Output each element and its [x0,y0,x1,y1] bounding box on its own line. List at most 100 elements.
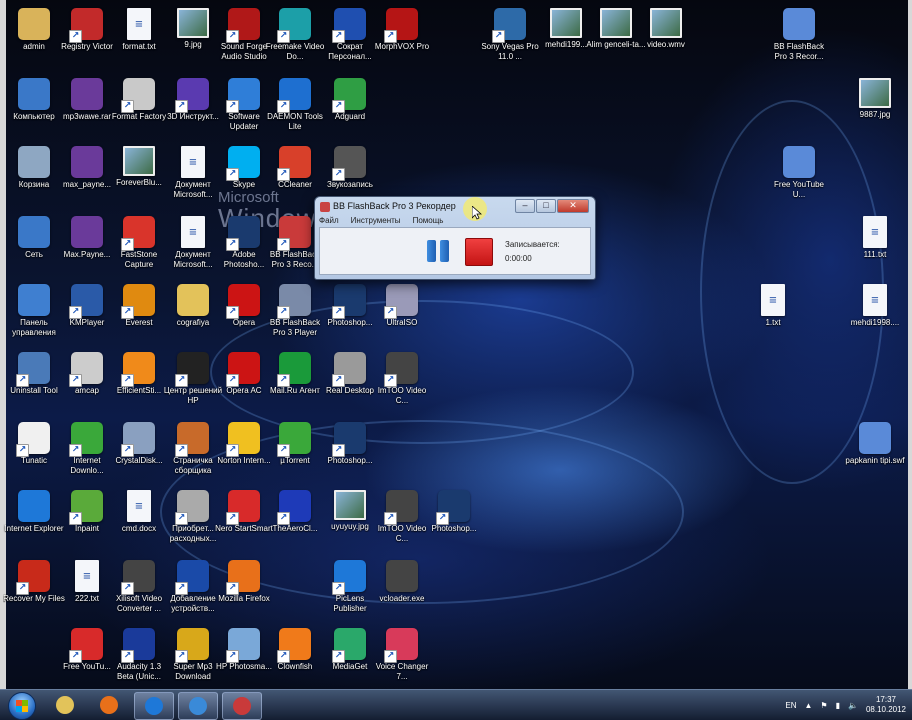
desktop-icon-label: Photoshop... [327,456,373,465]
desktop-icon-label: FastStone Capture [120,250,158,269]
desktop-icon[interactable]: Звукозапись [319,146,381,190]
efficient-icon [121,352,155,387]
desktop-icon-label: format.txt [122,42,156,51]
desktop-icon[interactable]: ≡ format.txt [108,8,170,52]
desktop-icon[interactable]: FastStone Capture [108,216,170,270]
language-indicator[interactable]: EN [785,701,796,710]
taskbar-button[interactable] [178,692,218,720]
uninstall-tool-icon [16,352,50,387]
amcap-icon [69,352,103,387]
tunatic-icon [16,422,50,457]
adguard-icon [332,78,366,113]
desktop-icon-label: Звукозапись [327,180,373,189]
globe-page-icon [175,422,209,457]
microphone-icon [332,146,366,181]
taskbar-button[interactable] [134,692,174,720]
hp-icon [175,352,209,387]
desktop-icon[interactable]: UltraISO [371,284,433,328]
opera-icon [226,352,260,387]
desktop-icon-label: CrystalDisk... [115,456,163,465]
taskbar-button[interactable] [90,692,128,718]
desktop-icon[interactable]: Freemake Video Do... [264,8,326,62]
desktop-icon[interactable]: ≡ mehdi1998.... [844,284,906,328]
desktop-icon[interactable]: Voice Changer 7... [371,628,433,682]
taskbar-button[interactable] [46,692,84,718]
registry-icon [69,8,103,43]
network-tray-icon[interactable]: ▮ [836,701,840,710]
pause-button[interactable] [425,238,451,264]
desktop-icon[interactable]: Free YouTube U... [768,146,830,200]
close-button[interactable]: ✕ [557,199,589,213]
desktop-icon[interactable]: MorphVOX Pro [371,8,433,52]
desktop-icon-label: Adguard [334,112,366,121]
desktop-icon[interactable]: Mozilla Firefox [213,560,275,604]
maximize-button[interactable]: □ [536,199,556,213]
desktop-icon-label: video.wmv [647,40,685,49]
menu-help[interactable]: Помощь [413,216,444,225]
desktop-icon[interactable]: Adguard [319,78,381,122]
desktop-icon[interactable]: 9887.jpg [844,78,906,120]
desktop-icon[interactable]: BB FlashBack Pro 3 Player [264,284,326,338]
winrar-icon [71,216,103,248]
minimize-button[interactable]: – [515,199,535,213]
desktop-icon[interactable]: Photoshop... [423,490,485,534]
real-desktop-icon [332,352,366,387]
desktop-icon[interactable]: Audacity 1.3 Beta (Unic... [108,628,170,682]
desktop-icon[interactable]: DAEMON Tools Lite [264,78,326,132]
desktop-icon[interactable]: Format Factory [108,78,170,122]
desktop-icon-label: ImTOO Video C... [377,386,427,405]
taskbar-button[interactable] [222,692,262,720]
flashback-recorder-icon [277,216,311,251]
desktop-icon-label: Freemake Video Do... [265,42,325,61]
desktop-icon[interactable]: Photoshop... [319,422,381,466]
desktop-icon-label: Clownfish [277,662,313,671]
skype-icon [226,146,260,181]
desktop-icon[interactable]: Clownfish [264,628,326,672]
desktop-icon[interactable]: BB FlashBack Pro 3 Recor... [768,8,830,62]
photoshop-icon [332,422,366,457]
desktop-icon[interactable]: Mail.Ru Агент [264,352,326,396]
tray-expand-icon[interactable]: ▲ [804,701,812,710]
desktop-icon[interactable]: ImTOO Video C... [371,352,433,406]
desktop-icon[interactable]: CrystalDisk... [108,422,170,466]
desktop-icon[interactable]: Sony Vegas Pro 11.0 ... [479,8,541,62]
ultraiso-icon [384,284,418,319]
firefox-icon [226,560,260,595]
pause-icon [427,240,436,262]
menu-file[interactable]: Файл [319,216,339,225]
audacity-icon [121,628,155,663]
desktop-icon[interactable]: video.wmv [635,8,697,50]
flag-icon[interactable]: ⚑ [820,701,827,710]
desktop-icon[interactable]: ForeverBlu... [108,146,170,188]
clock[interactable]: 17:37 08.10.2012 [866,695,906,715]
youtube-download-icon [69,628,103,663]
super-mp3-icon [175,628,209,663]
stop-button[interactable] [465,238,493,266]
ccleaner-icon [277,146,311,181]
clock-date: 08.10.2012 [865,705,906,714]
desktop-icon[interactable]: Everest [108,284,170,328]
desktop-icon[interactable]: papkanin tipi.swf [844,422,906,466]
desktop-icon[interactable]: µTorrent [264,422,326,466]
clownfish-icon [277,628,311,663]
volume-icon[interactable]: 🔈 [848,701,858,710]
desktop-icon[interactable]: TheAeroCl... [264,490,326,534]
desktop-icon[interactable]: EfficientSti... [108,352,170,396]
start-button[interactable] [8,692,36,720]
desktop-icon[interactable]: ≡ 111.txt [844,216,906,260]
desktop-icon[interactable]: Xilisoft Video Converter ... [108,560,170,614]
desktop-icon-label: papkanin tipi.swf [845,456,905,465]
desktop-icon-label: BB FlashBack Pro 3 Recor... [773,42,825,61]
swf-file-icon [859,422,891,454]
desktop-icon-label: Format Factory [111,112,167,121]
desktop-icon[interactable]: vcloader.exe [371,560,433,604]
desktop-icon-label: CCleaner [278,180,312,189]
menu-tools[interactable]: Инструменты [351,216,401,225]
desktop-icon[interactable]: ≡ cmd.docx [108,490,170,534]
desktop-icon[interactable]: ≡ 1.txt [742,284,804,328]
window-title: BB FlashBack Pro 3 Рекордер [333,201,456,211]
desktop-icon-label: TheAeroCl... [272,524,318,533]
image-file-icon [177,8,209,38]
desktop-icon[interactable]: CCleaner [264,146,326,190]
flashback-recorder-window[interactable]: BB FlashBack Pro 3 Рекордер – □ ✕ Файл И… [314,196,596,280]
